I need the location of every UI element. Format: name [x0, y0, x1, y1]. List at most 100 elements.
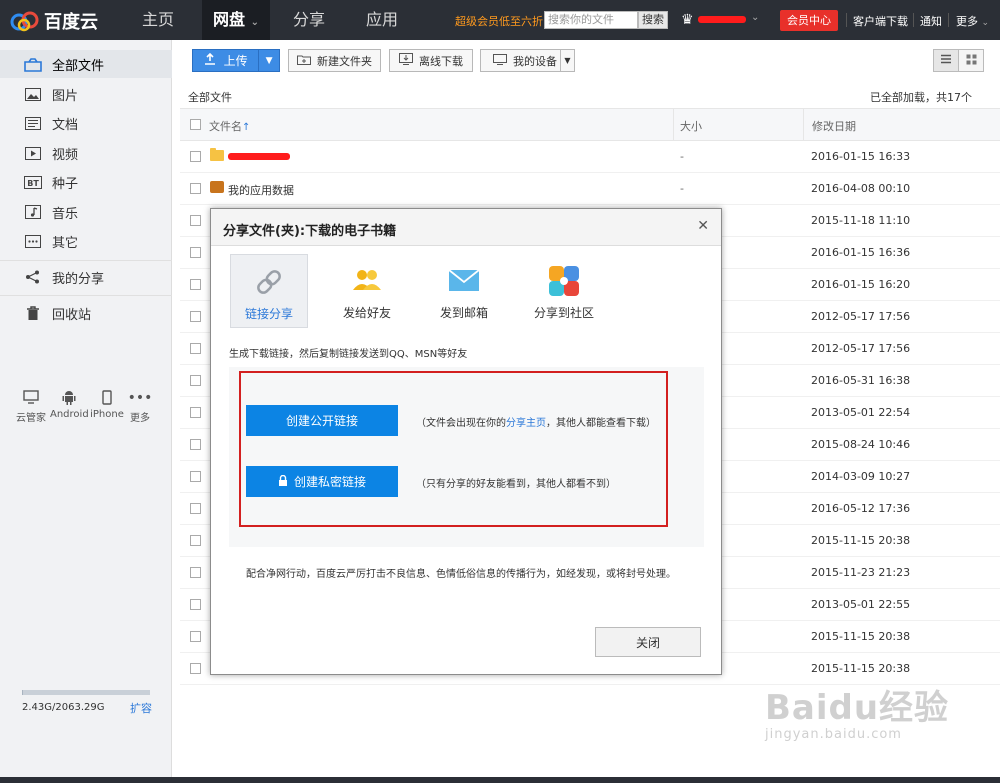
sidebar-item-label: 文档	[52, 117, 79, 133]
column-header-size[interactable]: 大小	[680, 118, 702, 134]
notifications-link[interactable]: 通知	[920, 13, 942, 29]
table-row[interactable]: - 2016-01-15 16:33	[180, 141, 1000, 173]
device-iphone[interactable]: iPhone	[90, 390, 124, 420]
row-checkbox[interactable]	[190, 535, 201, 546]
public-link-note: （文件会出现在你的分享主页，其他人都能查看下载）	[416, 414, 656, 429]
close-icon[interactable]: ✕	[697, 218, 709, 234]
phone-icon	[90, 390, 124, 406]
my-devices-button[interactable]: 我的设备 ▼	[480, 49, 575, 72]
file-name-redacted[interactable]	[228, 153, 290, 160]
caret-down-icon[interactable]: ▼	[560, 50, 574, 71]
more-link[interactable]: 更多 ⌄	[956, 13, 989, 29]
ellipsis-icon: •••	[127, 390, 153, 406]
chevron-down-icon[interactable]: ⌄	[751, 12, 759, 23]
sidebar-item-music[interactable]: 音乐	[0, 198, 172, 226]
create-private-link-button[interactable]: 创建私密链接	[246, 466, 398, 497]
new-folder-button[interactable]: 新建文件夹	[288, 49, 381, 72]
column-header-name[interactable]: 文件名↑	[209, 118, 250, 134]
new-folder-icon	[297, 54, 311, 68]
device-cloud-manager[interactable]: 云管家	[14, 390, 48, 424]
file-date: 2016-01-15 16:20	[811, 278, 911, 291]
logo[interactable]: 百度云	[10, 8, 98, 34]
device-android[interactable]: Android	[50, 390, 89, 420]
sidebar-item-my-shares[interactable]: 我的分享	[0, 263, 172, 291]
new-folder-label: 新建文件夹	[317, 54, 372, 68]
expand-storage-link[interactable]: 扩容	[130, 700, 152, 716]
row-checkbox[interactable]	[190, 663, 201, 674]
nav-apps[interactable]: 应用	[352, 0, 412, 40]
divider	[948, 13, 949, 27]
client-download-link[interactable]: 客户端下载	[853, 13, 908, 29]
sidebar-item-torrents[interactable]: BT 种子	[0, 168, 172, 196]
close-button[interactable]: 关闭	[595, 627, 701, 657]
caret-down-icon[interactable]: ▼	[259, 56, 279, 66]
sidebar-item-label: 种子	[52, 176, 79, 192]
tab-send-email[interactable]: 发到邮箱	[425, 254, 503, 328]
tab-share-community[interactable]: 分享到社区	[524, 254, 604, 328]
row-checkbox[interactable]	[190, 183, 201, 194]
search-button[interactable]: 搜索	[638, 11, 668, 29]
row-checkbox[interactable]	[190, 247, 201, 258]
row-checkbox[interactable]	[190, 439, 201, 450]
nav-home[interactable]: 主页	[128, 0, 188, 40]
sidebar-item-all-files[interactable]: 全部文件	[0, 50, 172, 78]
row-checkbox[interactable]	[190, 151, 201, 162]
row-checkbox[interactable]	[190, 471, 201, 482]
file-date: 2016-01-15 16:36	[811, 246, 911, 259]
offline-download-label: 离线下载	[419, 54, 463, 68]
offline-download-icon	[399, 53, 413, 68]
sidebar-item-label: 视频	[52, 147, 79, 163]
sidebar-item-recycle-bin[interactable]: 回收站	[0, 299, 172, 327]
upload-button[interactable]: 上传 ▼	[192, 49, 280, 72]
share-homepage-link[interactable]: 分享主页	[506, 418, 546, 429]
row-checkbox[interactable]	[190, 503, 201, 514]
sidebar-item-other[interactable]: 其它	[0, 227, 172, 255]
tab-send-friend[interactable]: 发给好友	[328, 254, 406, 328]
create-public-link-button[interactable]: 创建公开链接	[246, 405, 398, 436]
file-date: 2016-05-12 17:36	[811, 502, 911, 515]
row-checkbox[interactable]	[190, 567, 201, 578]
sidebar-item-label: 全部文件	[52, 58, 105, 74]
sidebar-item-images[interactable]: 图片	[0, 80, 172, 108]
upload-label: 上传	[223, 54, 248, 68]
row-checkbox[interactable]	[190, 407, 201, 418]
username-redacted[interactable]	[698, 16, 746, 23]
table-row[interactable]: 我的应用数据 - 2016-04-08 00:10	[180, 173, 1000, 205]
tab-label: 分享到社区	[533, 306, 594, 320]
search-input[interactable]: 搜索你的文件	[544, 11, 638, 29]
row-checkbox[interactable]	[190, 343, 201, 354]
svg-text:BT: BT	[27, 179, 39, 188]
row-checkbox[interactable]	[190, 631, 201, 642]
sidebar-item-videos[interactable]: 视频	[0, 139, 172, 167]
sort-arrow-up-icon: ↑	[242, 122, 251, 133]
column-header-date[interactable]: 修改日期	[812, 118, 856, 134]
upload-main[interactable]: 上传	[193, 52, 258, 69]
tab-label: 链接分享	[244, 307, 293, 321]
device-more[interactable]: ••• 更多	[126, 390, 154, 424]
divider	[673, 109, 674, 140]
row-checkbox[interactable]	[190, 375, 201, 386]
device-label: 更多	[130, 413, 150, 424]
list-view-button[interactable]	[933, 49, 959, 72]
breadcrumb[interactable]: 全部文件	[188, 89, 232, 105]
quota-bar	[22, 690, 150, 695]
sidebar-item-docs[interactable]: 文档	[0, 109, 172, 137]
watermark-url: jingyan.baidu.com	[765, 727, 902, 742]
file-date: 2015-11-15 20:38	[811, 534, 911, 547]
offline-download-button[interactable]: 离线下载	[389, 49, 473, 72]
tab-link-share[interactable]: 链接分享	[230, 254, 308, 328]
file-size: -	[680, 182, 684, 195]
logo-text: 百度云	[44, 12, 98, 33]
vip-promo-link[interactable]: 超级会员低至六折	[455, 13, 543, 29]
grid-view-button[interactable]	[958, 49, 984, 72]
nav-netdisk[interactable]: 网盘 ⌄	[202, 0, 270, 40]
row-checkbox[interactable]	[190, 599, 201, 610]
vip-center-button[interactable]: 会员中心	[780, 10, 838, 31]
select-all-checkbox[interactable]	[190, 119, 201, 130]
file-name[interactable]: 我的应用数据	[228, 182, 294, 198]
row-checkbox[interactable]	[190, 215, 201, 226]
row-checkbox[interactable]	[190, 311, 201, 322]
row-checkbox[interactable]	[190, 279, 201, 290]
divider	[913, 13, 914, 27]
nav-share[interactable]: 分享	[280, 0, 338, 40]
